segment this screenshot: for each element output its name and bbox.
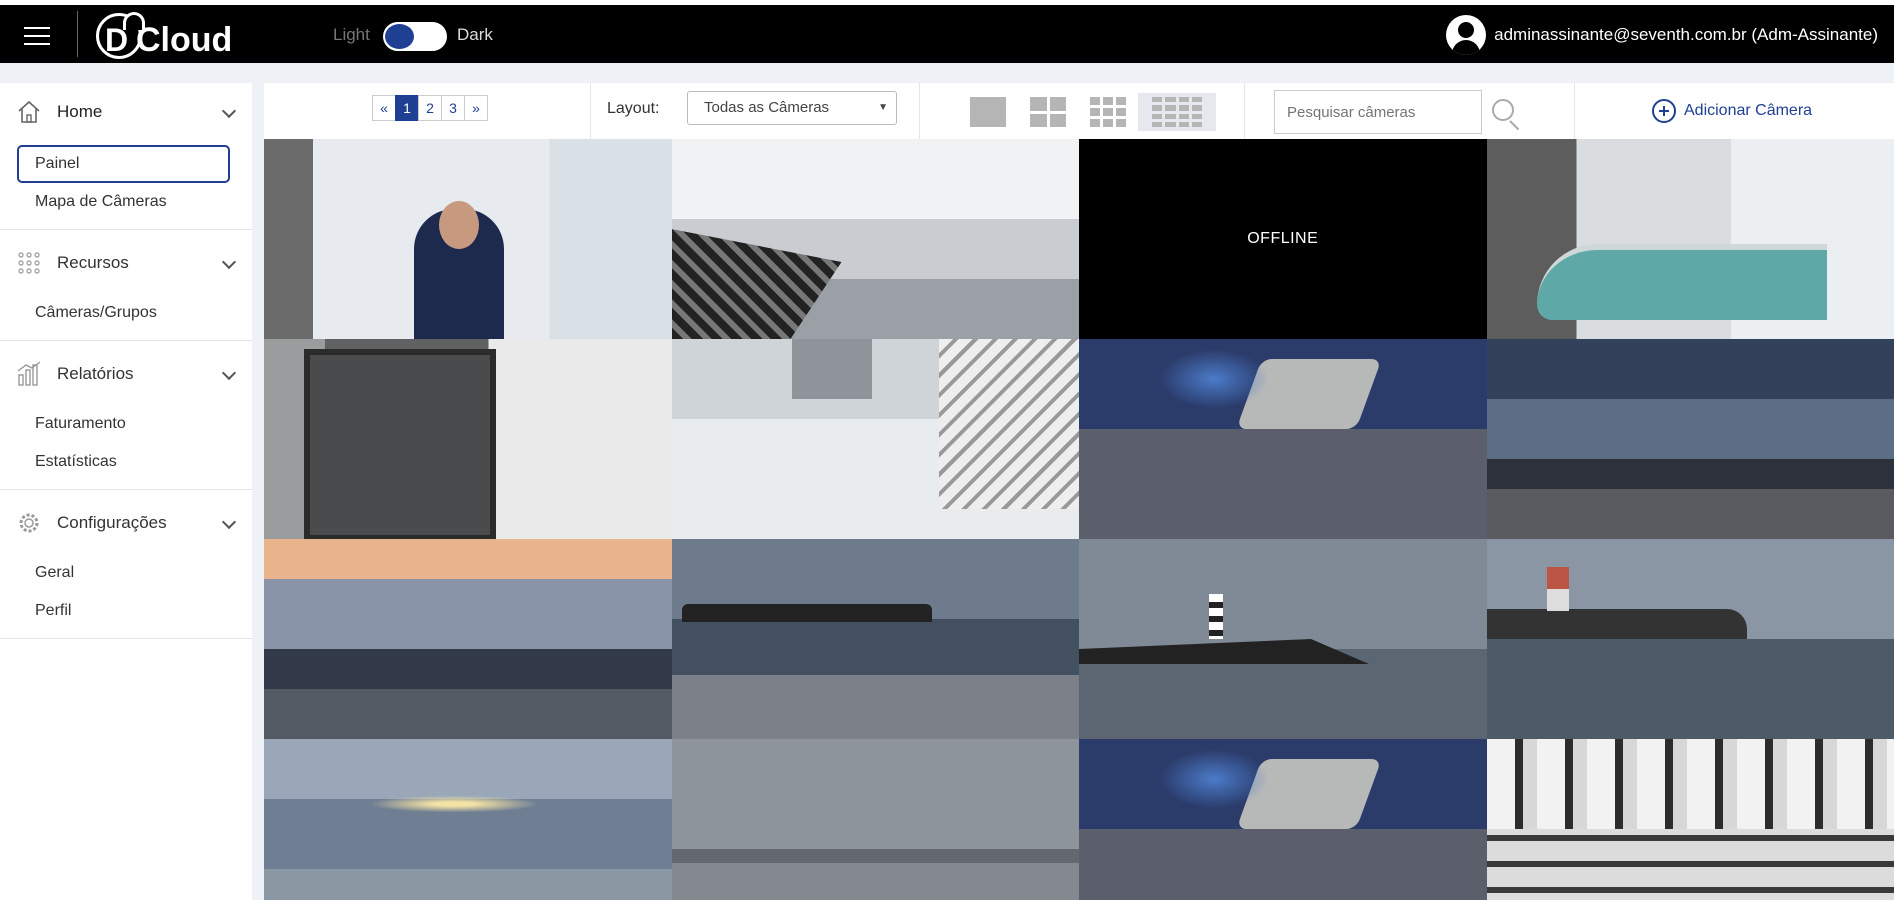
user-name: adminassinante@seventh.com.br (Adm-Assin…	[1494, 25, 1878, 44]
dots-grid-icon	[18, 252, 40, 274]
logo-letter: D	[105, 22, 129, 58]
camera-tile[interactable]	[1486, 539, 1894, 739]
camera-tile[interactable]: OFFLINE	[1079, 139, 1487, 339]
pagination: « 1 2 3 »	[372, 95, 488, 121]
page-3-button[interactable]: 3	[441, 95, 465, 121]
sidebar-section-label: Recursos	[57, 253, 129, 272]
camera-tile[interactable]	[264, 739, 672, 900]
bar-chart-icon	[17, 361, 41, 386]
user-menu[interactable]: adminassinante@seventh.com.br (Adm-Assin…	[1446, 15, 1878, 55]
user-avatar-icon	[1446, 15, 1487, 55]
page-next-button[interactable]: »	[464, 95, 488, 121]
sidebar-item-perfil[interactable]: Perfil	[0, 592, 252, 630]
sidebar-divider	[0, 638, 252, 639]
search-input[interactable]	[1274, 90, 1482, 134]
camera-tile[interactable]	[1486, 139, 1894, 339]
add-camera-button[interactable]: Adicionar Câmera	[1652, 99, 1812, 123]
sidebar-section-label: Home	[57, 102, 103, 121]
topbar-divider	[77, 11, 78, 57]
sidebar-item-faturamento[interactable]: Faturamento	[0, 405, 252, 443]
gear-icon	[19, 513, 39, 533]
layout-label: Layout:	[607, 100, 660, 117]
menu-icon[interactable]	[24, 27, 50, 45]
chevron-down-icon[interactable]	[221, 365, 237, 381]
brand-logo[interactable]: D Cloud	[96, 12, 233, 59]
sidebar-section-configuracoes[interactable]: Configurações	[0, 498, 252, 548]
page-2-button[interactable]: 2	[418, 95, 442, 121]
camera-tile[interactable]	[1486, 739, 1894, 900]
main-panel: « 1 2 3 » Layout: Todas as Câmeras ▼ Adi…	[264, 83, 1894, 900]
page-1-button[interactable]: 1	[395, 95, 419, 121]
add-circle-icon	[1652, 99, 1676, 123]
camera-tile[interactable]	[1079, 539, 1487, 739]
add-camera-label: Adicionar Câmera	[1684, 102, 1813, 119]
theme-dark-label: Dark	[457, 25, 493, 44]
sidebar-divider	[0, 489, 252, 490]
toolbar-divider	[1574, 83, 1575, 139]
sidebar-item-geral[interactable]: Geral	[0, 554, 252, 592]
layout-4x4-icon[interactable]	[1138, 93, 1216, 131]
sidebar-section-recursos[interactable]: Recursos	[0, 238, 252, 288]
sidebar: Home Painel Mapa de Câmeras Recursos Câm…	[0, 83, 252, 900]
sidebar-item-mapa[interactable]: Mapa de Câmeras	[0, 183, 252, 221]
layout-2x2-icon[interactable]	[1018, 93, 1078, 131]
search-icon[interactable]	[1490, 97, 1522, 131]
chevron-down-icon[interactable]	[221, 254, 237, 270]
layout-1x1-icon[interactable]	[958, 93, 1018, 131]
page-prev-button[interactable]: «	[372, 95, 396, 121]
toolbar-divider	[1244, 83, 1245, 139]
toolbar-divider	[919, 83, 920, 139]
theme-light-label: Light	[333, 25, 370, 44]
camera-toolbar: « 1 2 3 » Layout: Todas as Câmeras ▼ Adi…	[264, 83, 1894, 139]
layout-select-value: Todas as Câmeras	[704, 99, 830, 116]
sidebar-section-home[interactable]: Home	[0, 83, 252, 141]
brand-name: Cloud	[136, 21, 233, 59]
select-arrow-icon: ▼	[878, 102, 888, 113]
toolbar-divider	[590, 83, 591, 139]
sidebar-section-relatorios[interactable]: Relatórios	[0, 349, 252, 399]
camera-grid: OFFLINE	[264, 139, 1894, 900]
sidebar-divider	[0, 340, 252, 341]
camera-tile[interactable]	[671, 539, 1079, 739]
camera-tile[interactable]	[264, 539, 672, 739]
camera-tile[interactable]	[1486, 339, 1894, 539]
camera-tile[interactable]	[264, 139, 672, 339]
logo-cloud-icon: D	[96, 12, 145, 59]
toggle-knob	[385, 24, 414, 49]
sidebar-divider	[0, 229, 252, 230]
theme-toggle[interactable]	[383, 22, 447, 51]
layout-select[interactable]: Todas as Câmeras ▼	[687, 91, 897, 125]
sidebar-item-estatisticas[interactable]: Estatísticas	[0, 443, 252, 481]
camera-tile[interactable]	[1079, 739, 1487, 900]
layout-3x3-icon[interactable]	[1078, 93, 1138, 131]
sidebar-item-painel[interactable]: Painel	[17, 145, 230, 183]
camera-tile[interactable]	[264, 339, 672, 539]
camera-tile[interactable]	[1079, 339, 1487, 539]
home-icon	[18, 100, 40, 123]
camera-tile[interactable]	[671, 139, 1079, 339]
chevron-down-icon[interactable]	[221, 514, 237, 530]
sidebar-section-label: Configurações	[57, 513, 167, 532]
camera-tile[interactable]	[671, 339, 1079, 539]
chevron-down-icon[interactable]	[221, 103, 237, 119]
sidebar-section-label: Relatórios	[57, 364, 134, 383]
top-bar: D Cloud Light Dark adminassinante@sevent…	[0, 5, 1894, 63]
camera-tile[interactable]	[671, 739, 1079, 900]
offline-label: OFFLINE	[1247, 230, 1319, 247]
sidebar-item-cameras-grupos[interactable]: Câmeras/Grupos	[0, 294, 252, 332]
